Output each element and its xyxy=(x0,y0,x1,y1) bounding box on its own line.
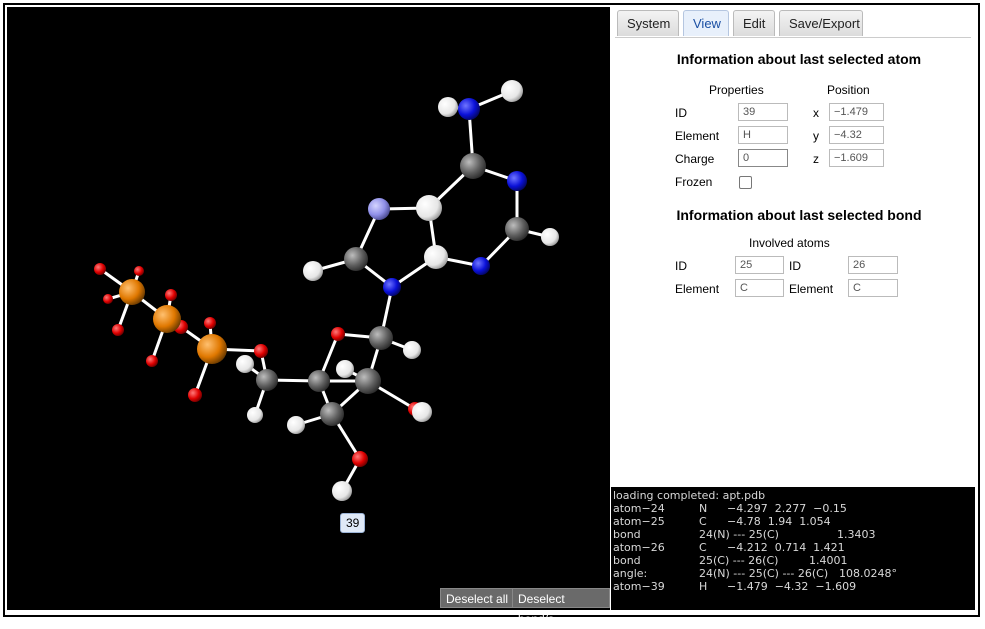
x-label: x xyxy=(813,106,819,120)
hydrogen-atom[interactable] xyxy=(541,228,559,246)
bond-info-title: Information about last selected bond xyxy=(676,207,922,223)
hydrogen-atom[interactable] xyxy=(236,355,254,373)
bond-atom2-id-field[interactable] xyxy=(848,256,898,274)
carbon-atom[interactable] xyxy=(320,402,344,426)
hydrogen-atom[interactable] xyxy=(438,97,458,117)
selected-atom-label: 39 xyxy=(340,513,366,533)
molecule-canvas[interactable] xyxy=(7,7,610,610)
hydrogen-atom[interactable] xyxy=(403,341,421,359)
oxygen-atom[interactable] xyxy=(112,324,124,336)
hydrogen-atom[interactable] xyxy=(287,416,305,434)
nitrogen-atom[interactable] xyxy=(472,257,490,275)
atom-element-field[interactable] xyxy=(738,126,788,144)
oxygen-atom[interactable] xyxy=(188,388,202,402)
tab-bar: System View Edit Save/Export xyxy=(615,10,971,38)
oxygen-atom[interactable] xyxy=(331,327,345,341)
tab-edit[interactable]: Edit xyxy=(733,10,775,36)
deselect-all-button[interactable]: Deselect all xyxy=(440,588,515,608)
phosphorus-atom[interactable] xyxy=(119,279,145,305)
atom-id-label: ID xyxy=(675,106,687,120)
nitrogen-atom[interactable] xyxy=(383,278,401,296)
properties-heading: Properties xyxy=(709,83,764,97)
y-label: y xyxy=(813,129,819,143)
console-log[interactable]: loading completed: apt.pdb atom−24 N −4.29… xyxy=(611,487,975,610)
oxygen-atom[interactable] xyxy=(165,289,177,301)
highlighted-atom[interactable] xyxy=(368,198,390,220)
tab-system[interactable]: System xyxy=(617,10,679,36)
hydrogen-atom[interactable] xyxy=(332,481,352,501)
bond-atom1-id-field[interactable] xyxy=(735,256,784,274)
molecule-viewer[interactable]: 39 Deselect all Deselect bond/s xyxy=(7,7,610,626)
hydrogen-atom[interactable] xyxy=(501,80,523,102)
tab-view[interactable]: View xyxy=(683,10,729,36)
z-label: z xyxy=(813,152,819,166)
oxygen-atom[interactable] xyxy=(352,451,368,467)
bond-atom2-element-label: Element xyxy=(789,282,834,296)
position-heading: Position xyxy=(827,83,870,97)
carbon-atom[interactable] xyxy=(256,369,278,391)
hydrogen-atom[interactable] xyxy=(336,360,354,378)
oxygen-atom[interactable] xyxy=(254,344,268,358)
oxygen-atom[interactable] xyxy=(103,294,113,304)
carbon-atom[interactable] xyxy=(460,153,486,179)
frozen-checkbox[interactable] xyxy=(739,176,752,189)
info-panel: System View Edit Save/Export Information… xyxy=(611,7,975,485)
atom-element-label: Element xyxy=(675,129,720,143)
bond-atom2-id-label: ID xyxy=(789,259,801,273)
nitrogen-atom[interactable] xyxy=(507,171,527,191)
x-field[interactable] xyxy=(829,103,884,121)
oxygen-atom[interactable] xyxy=(204,317,216,329)
bond-atom1-id-label: ID xyxy=(675,259,687,273)
bond-atom1-element-label: Element xyxy=(675,282,720,296)
atom-info-title: Information about last selected atom xyxy=(676,51,922,67)
charge-field[interactable] xyxy=(738,149,788,167)
atom-id-field[interactable] xyxy=(738,103,788,121)
tab-save-export[interactable]: Save/Export xyxy=(779,10,863,36)
oxygen-atom[interactable] xyxy=(146,355,158,367)
hydrogen-atom[interactable] xyxy=(416,195,442,221)
hydrogen-atom[interactable] xyxy=(247,407,263,423)
deselect-bonds-button[interactable]: Deselect bond/s xyxy=(512,588,610,626)
bond-atom2-element-field[interactable] xyxy=(848,279,898,297)
hydrogen-atom[interactable] xyxy=(303,261,323,281)
carbon-atom[interactable] xyxy=(369,326,393,350)
z-field[interactable] xyxy=(829,149,884,167)
nitrogen-atom[interactable] xyxy=(458,98,480,120)
frozen-label: Frozen xyxy=(675,175,713,189)
oxygen-atom[interactable] xyxy=(94,263,106,275)
oxygen-atom[interactable] xyxy=(134,266,144,276)
carbon-atom[interactable] xyxy=(308,370,330,392)
phosphorus-atom[interactable] xyxy=(197,334,227,364)
involved-atoms-heading: Involved atoms xyxy=(749,236,830,250)
phosphorus-atom[interactable] xyxy=(153,305,181,333)
y-field[interactable] xyxy=(829,126,884,144)
carbon-atom[interactable] xyxy=(505,217,529,241)
charge-label: Charge xyxy=(675,152,715,166)
carbon-atom[interactable] xyxy=(344,247,368,271)
carbon-atom[interactable] xyxy=(355,368,381,394)
hydrogen-atom[interactable] xyxy=(412,402,432,422)
hydrogen-atom[interactable] xyxy=(424,245,448,269)
bond-atom1-element-field[interactable] xyxy=(735,279,784,297)
